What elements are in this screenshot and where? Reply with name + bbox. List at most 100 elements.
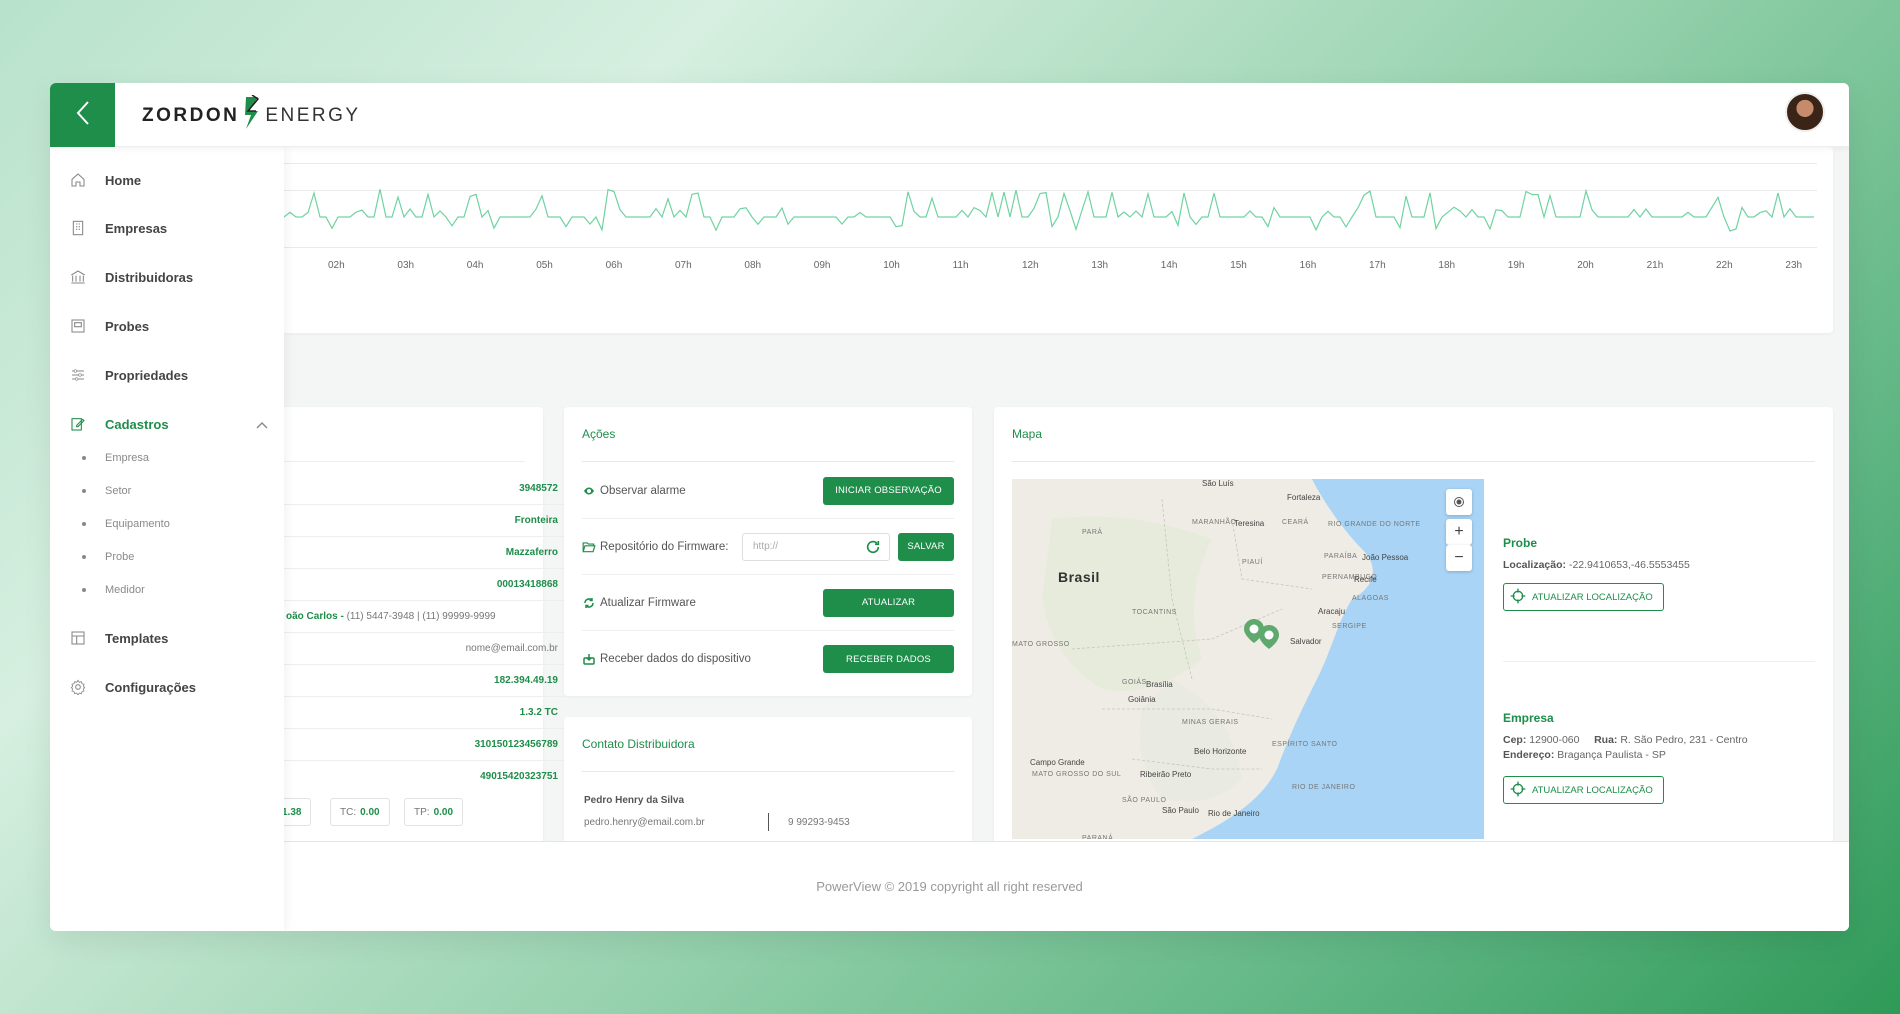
- sidebar-subitem-medidor[interactable]: Medidor: [50, 579, 284, 601]
- info-row: oão Carlos - (11) 5447-3948 | (11) 99999…: [284, 601, 566, 633]
- map-region-label: RIO GRANDE DO NORTE: [1328, 521, 1421, 528]
- sidebar-item-cadastros[interactable]: Cadastros: [50, 409, 284, 439]
- repositorio-row: Repositório do Firmware: http:// SALVAR: [582, 519, 954, 575]
- template-icon: [70, 630, 86, 646]
- x-tick-label: 13h: [1091, 260, 1109, 271]
- download-box-icon: [582, 652, 596, 666]
- observar-label: Observar alarme: [600, 484, 686, 497]
- iniciar-observacao-button[interactable]: INICIAR OBSERVAÇÃO: [823, 476, 954, 505]
- map-region-label: PARAÍBA: [1324, 553, 1358, 560]
- acoes-title: Ações: [582, 427, 616, 441]
- observar-row: Observar alarme INICIAR OBSERVAÇÃO: [582, 463, 954, 519]
- sidebar-item-propriedades[interactable]: Propriedades: [50, 360, 284, 390]
- info-row: 182.394.49.19: [284, 665, 566, 697]
- map-region-label: ESPÍRITO SANTO: [1272, 741, 1338, 748]
- zoom-out-button[interactable]: −: [1446, 545, 1472, 571]
- map-region-label: MATO GROSSO DO SUL: [1032, 771, 1122, 778]
- map-region-label: MINAS GERAIS: [1182, 719, 1239, 726]
- atualizar-button[interactable]: ATUALIZAR: [823, 588, 954, 617]
- sidebar: Home Empresas Distribuidoras Probes Prop…: [50, 147, 284, 931]
- gear-icon: [70, 679, 86, 695]
- map-city-label: Belo Horizonte: [1194, 747, 1247, 756]
- probe-atualizar-localizacao-button[interactable]: ATUALIZAR LOCALIZAÇÃO: [1503, 583, 1664, 611]
- map-city-label: Teresina: [1234, 519, 1265, 528]
- sidebar-item-templates[interactable]: Templates: [50, 623, 284, 653]
- info-row: Mazzaferro: [284, 537, 566, 569]
- x-tick-label: 06h: [605, 260, 623, 271]
- crosshair-icon: [1510, 588, 1526, 607]
- edit-icon: [70, 416, 86, 432]
- refresh-icon[interactable]: [865, 539, 881, 566]
- map-city-label: Fortaleza: [1287, 493, 1321, 502]
- map-city-label: Brasília: [1146, 680, 1173, 689]
- chart-card: 02h 03h 04h 05h 06h 07h 08h 09h 10h 11h 12h 13h 14h 1…: [50, 147, 1833, 333]
- receber-dados-button[interactable]: RECEBER DADOS: [823, 645, 954, 673]
- salvar-button[interactable]: SALVAR: [898, 532, 954, 561]
- sliders-icon: [70, 367, 86, 383]
- x-tick-label: 14h: [1160, 260, 1178, 271]
- contato-phone: 9 99293-9453: [788, 817, 850, 828]
- sidebar-subitem-empresa[interactable]: Empresa: [50, 447, 284, 469]
- map-region-label: RIO DE JANEIRO: [1292, 784, 1356, 791]
- map-region-label: PARANÁ: [1082, 835, 1114, 839]
- sidebar-subitem-equipamento[interactable]: Equipamento: [50, 513, 284, 535]
- map-region-label: GOIÁS: [1122, 679, 1147, 686]
- building-icon: [70, 220, 86, 236]
- empresa-cep-rua: Cep: 12900-060 Rua: R. São Pedro, 231 - …: [1503, 734, 1748, 746]
- sidebar-item-configuracoes[interactable]: Configurações: [50, 672, 284, 702]
- map-city-label: Salvador: [1290, 637, 1322, 646]
- map-region-label: SÃO PAULO: [1122, 797, 1167, 804]
- map-marker-icon[interactable]: [1259, 625, 1279, 654]
- map-region-label: ALAGOAS: [1352, 595, 1389, 602]
- acoes-card: Ações Observar alarme INICIAR OBSERVAÇÃO…: [564, 407, 972, 696]
- chevron-left-icon: [75, 100, 91, 131]
- avatar[interactable]: [1785, 92, 1825, 132]
- info-row: 00013418868: [284, 569, 566, 601]
- map-region-label: SERGIPE: [1332, 623, 1367, 630]
- sidebar-item-distribuidoras[interactable]: Distribuidoras: [50, 262, 284, 292]
- map-city-label: Campo Grande: [1030, 758, 1085, 767]
- mapa-card: Mapa MARANHÃO PARÁ PIAUÍ CEARÁ RIO GRANDE D: [994, 407, 1833, 857]
- brand-logo[interactable]: ZORDON ENERGY: [142, 94, 361, 131]
- footer-text: PowerView © 2019 copyright all right res…: [816, 879, 1083, 894]
- contato-name: Pedro Henry da Silva: [584, 795, 685, 806]
- receber-label: Receber dados do dispositivo: [600, 653, 751, 665]
- map-country-label: Brasil: [1058, 569, 1100, 585]
- back-button[interactable]: [50, 83, 115, 147]
- sidebar-item-empresas[interactable]: Empresas: [50, 213, 284, 243]
- map-city-label: São Luís: [1202, 479, 1234, 488]
- sidebar-item-home[interactable]: Home: [50, 165, 284, 195]
- zoom-in-button[interactable]: +: [1446, 519, 1472, 545]
- top-bar: ZORDON ENERGY: [50, 83, 1849, 147]
- empresa-atualizar-localizacao-button[interactable]: ATUALIZAR LOCALIZAÇÃO: [1503, 776, 1664, 804]
- probe-location: Localização: -22.9410653,-46.5553455: [1503, 559, 1690, 571]
- pill-tc: TC: 0.00: [330, 798, 390, 826]
- x-tick-label: 03h: [397, 260, 415, 271]
- firmware-url-input[interactable]: http://: [742, 532, 890, 561]
- contato-title: Contato Distribuidora: [582, 737, 695, 751]
- empresa-title: Empresa: [1503, 711, 1554, 725]
- map-city-label: Goiânia: [1128, 695, 1156, 704]
- x-tick-label: 16h: [1299, 260, 1317, 271]
- info-row: 310150123456789: [284, 729, 566, 761]
- map-region-label: PARÁ: [1082, 529, 1103, 536]
- repositorio-label: Repositório do Firmware:: [600, 540, 729, 553]
- empresa-endereco: Endereço: Bragança Paulista - SP: [1503, 749, 1666, 761]
- info-row: 3948572: [284, 473, 566, 505]
- receber-row: Receber dados do dispositivo RECEBER DAD…: [582, 631, 954, 687]
- sidebar-subitem-probe[interactable]: Probe: [50, 546, 284, 568]
- sidebar-item-probes[interactable]: Probes: [50, 311, 284, 341]
- x-tick-label: 07h: [675, 260, 692, 271]
- contato-email[interactable]: pedro.henry@email.com.br: [584, 817, 705, 828]
- locate-button[interactable]: [1446, 489, 1472, 515]
- mapa-title: Mapa: [1012, 427, 1043, 441]
- x-tick-label: 22h: [1716, 260, 1733, 271]
- x-tick-label: 18h: [1438, 260, 1456, 271]
- map-city-label: Rio de Janeiro: [1208, 809, 1260, 818]
- consumption-line: [284, 188, 1814, 232]
- map-city-label: Ribeirão Preto: [1140, 770, 1192, 779]
- x-tick-label: 15h: [1230, 260, 1247, 271]
- map-view[interactable]: MARANHÃO PARÁ PIAUÍ CEARÁ RIO GRANDE DO NORT…: [1012, 479, 1484, 839]
- bank-icon: [70, 269, 86, 285]
- sidebar-subitem-setor[interactable]: Setor: [50, 480, 284, 502]
